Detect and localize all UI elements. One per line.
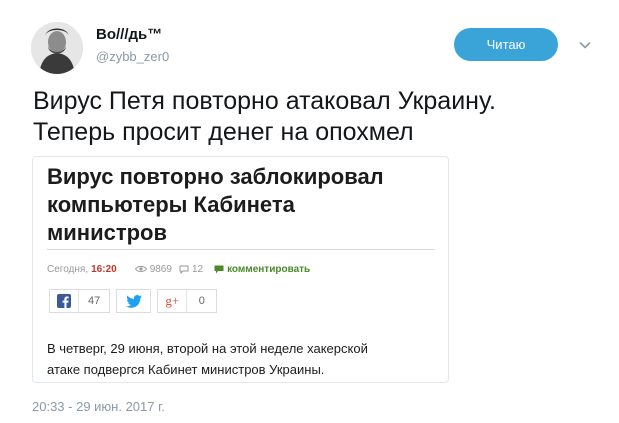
tweet-line: Вирус Петя повторно атаковал Украину.	[33, 87, 496, 115]
article-summary-line: атаке подвергся Кабинет министров Украин…	[47, 362, 325, 377]
author-handle[interactable]: @zybb_zer0	[96, 49, 169, 64]
article-title-line: компьютеры Кабинета	[47, 192, 295, 217]
publish-time: 16:20	[91, 263, 117, 275]
tweet-text: Вирус Петя повторно атаковал Украину. Те…	[33, 86, 593, 148]
portrait-avatar-icon	[31, 22, 83, 74]
google-plus-label: g+	[165, 293, 180, 308]
author-name[interactable]: Во///дь™	[96, 26, 162, 43]
facebook-icon	[57, 294, 71, 308]
tweet-timestamp[interactable]: 20:33 - 29 июн. 2017 г.	[32, 399, 165, 414]
comment-link-label: комментировать	[227, 263, 311, 275]
article-summary: В четверг, 29 июня, второй на этой недел…	[47, 338, 439, 380]
comment-count: 12	[179, 264, 203, 275]
comment-link[interactable]: комментировать	[214, 264, 310, 275]
divider	[47, 249, 435, 250]
view-count-value: 9869	[149, 263, 172, 275]
eye-icon	[134, 265, 147, 273]
follow-button[interactable]: Читаю	[454, 28, 558, 61]
article-title-line: министров	[47, 220, 168, 245]
share-buttons: 47 g+ 0	[49, 289, 223, 313]
tweet-line: Теперь просит денег на опохмел	[33, 118, 414, 146]
google-plus-icon: g+	[158, 290, 186, 312]
comment-count-value: 12	[191, 263, 204, 275]
article-title-line: Вирус повторно заблокировал	[47, 164, 384, 189]
speech-bubble-icon	[214, 265, 224, 273]
article-meta: Сегодня, 16:20 9869 12 комментировать	[47, 261, 310, 277]
article-title[interactable]: Вирус повторно заблокировал компьютеры К…	[47, 163, 437, 247]
chevron-down-icon[interactable]	[578, 38, 592, 52]
comment-bubble-icon	[179, 265, 189, 274]
article-summary-line: В четверг, 29 июня, второй на этой недел…	[47, 341, 368, 356]
twitter-share-button[interactable]	[116, 289, 152, 313]
facebook-share-button[interactable]: 47	[49, 289, 111, 313]
view-count: 9869	[134, 263, 172, 275]
facebook-share-count: 47	[78, 290, 109, 312]
twitter-icon	[125, 294, 142, 308]
avatar[interactable]	[31, 22, 83, 74]
article-card[interactable]: Вирус повторно заблокировал компьютеры К…	[32, 156, 449, 383]
google-plus-share-count: 0	[186, 290, 216, 312]
date-label: Сегодня,	[47, 263, 89, 275]
google-plus-share-button[interactable]: g+ 0	[157, 289, 218, 313]
